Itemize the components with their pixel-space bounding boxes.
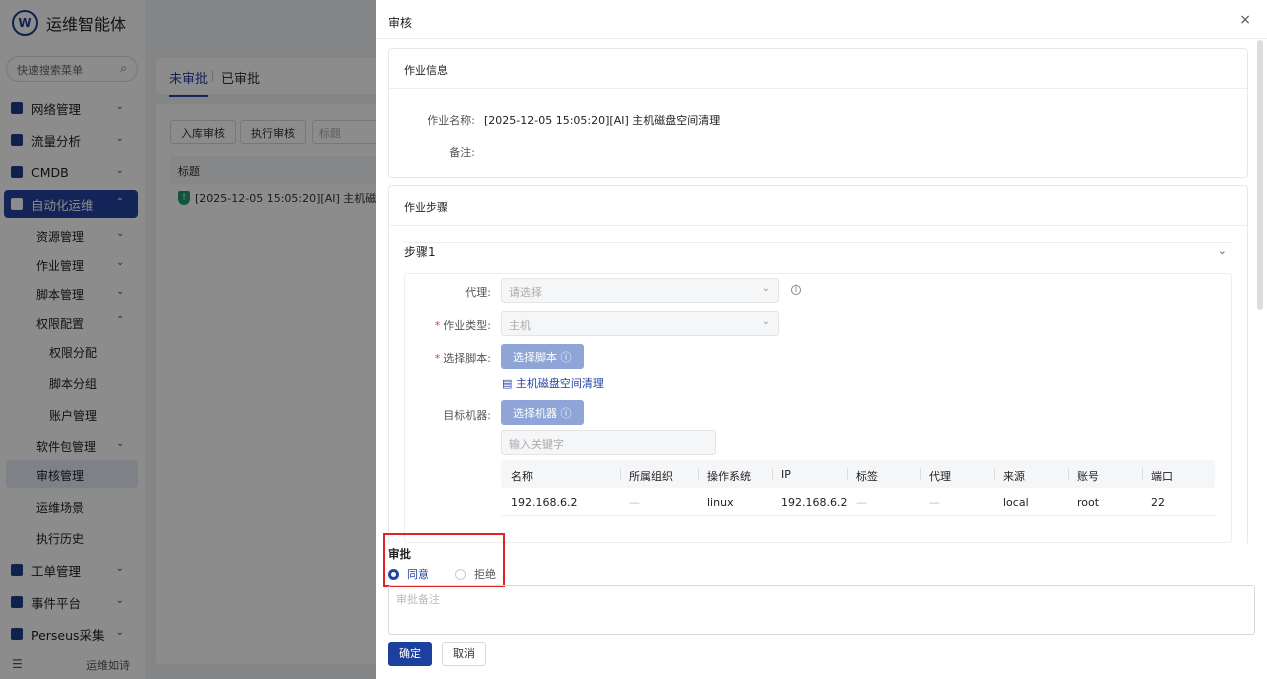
document-icon: ▤ <box>502 377 513 390</box>
approval-remark-textarea[interactable]: 审批备注 <box>388 585 1255 635</box>
cell-account: root <box>1077 496 1100 509</box>
audit-drawer: 审核 × 作业信息 作业名称: [2025-12-05 15:05:20][AI… <box>376 0 1267 679</box>
cell-ip: 192.168.6.2 <box>781 496 848 509</box>
table-row[interactable]: 192.168.6.2 — linux 192.168.6.2 — — loca… <box>501 488 1215 516</box>
machine-table-header: 名称 所属组织 操作系统 IP 标签 代理 来源 账号 端口 <box>501 460 1215 488</box>
select-machine-label: 选择机器 <box>513 407 557 420</box>
job-type-select[interactable]: 主机 ⌄ <box>501 311 779 336</box>
agent-placeholder: 请选择 <box>509 286 542 299</box>
col-name: 名称 <box>511 470 533 483</box>
chevron-down-icon[interactable]: ⌄ <box>1218 244 1227 257</box>
cell-name: 192.168.6.2 <box>511 496 578 509</box>
step-title[interactable]: 步骤1 <box>404 243 436 260</box>
select-script-button[interactable]: 选择脚本 ⓘ <box>501 344 584 369</box>
col-account: 账号 <box>1068 468 1099 483</box>
col-source: 来源 <box>994 468 1025 483</box>
job-steps-header: 作业步骤 <box>389 186 1247 226</box>
col-os: 操作系统 <box>698 468 751 483</box>
script-label-text: 选择脚本: <box>443 352 491 365</box>
keyword-input[interactable]: 输入关键字 <box>501 430 716 455</box>
chevron-down-icon: ⌄ <box>761 283 770 294</box>
select-script-label: 选择脚本 <box>513 351 557 364</box>
col-tags: 标签 <box>847 468 878 483</box>
info-icon: ⓘ <box>560 407 572 420</box>
scrollbar[interactable] <box>1257 40 1263 310</box>
close-icon[interactable]: × <box>1239 12 1251 28</box>
info-icon: ⓘ <box>560 351 572 364</box>
job-info-card: 作业信息 作业名称: [2025-12-05 15:05:20][AI] 主机磁… <box>388 48 1248 178</box>
job-remark-label: 备注: <box>449 146 475 159</box>
cell-tags: — <box>856 496 867 509</box>
job-type-value: 主机 <box>509 319 531 332</box>
required-mark: * <box>434 319 441 332</box>
divider <box>404 242 1232 243</box>
required-mark: * <box>434 352 441 365</box>
job-steps-card: 作业步骤 步骤1 ⌄ 代理: 请选择 ⌄ i * 作业类型: 主机 ⌄ * 选择脚本… <box>388 185 1248 545</box>
cancel-button[interactable]: 取消 <box>442 642 486 666</box>
script-link[interactable]: ▤ 主机磁盘空间清理 <box>502 375 604 391</box>
cell-port: 22 <box>1151 496 1165 509</box>
agent-label: 代理: <box>465 286 491 299</box>
cell-source: local <box>1003 496 1029 509</box>
step-form: 代理: 请选择 ⌄ i * 作业类型: 主机 ⌄ * 选择脚本: 选择脚本 ⓘ ▤ … <box>404 273 1232 543</box>
highlight-box <box>383 533 505 587</box>
script-label: * 选择脚本: <box>415 350 491 366</box>
col-agent: 代理 <box>920 468 951 483</box>
script-link-text: 主机磁盘空间清理 <box>515 377 604 390</box>
info-icon[interactable]: i <box>791 285 801 295</box>
target-label: 目标机器: <box>443 409 491 422</box>
chevron-down-icon: ⌄ <box>761 316 770 327</box>
drawer-title: 审核 <box>388 16 413 30</box>
cell-agent: — <box>929 496 940 509</box>
job-type-label: * 作业类型: <box>415 317 491 333</box>
col-org: 所属组织 <box>620 468 673 483</box>
col-ip: IP <box>772 468 791 481</box>
job-info-header: 作业信息 <box>389 49 1247 89</box>
job-name-label: 作业名称: <box>427 114 475 127</box>
agent-select[interactable]: 请选择 ⌄ <box>501 278 779 303</box>
select-machine-button[interactable]: 选择机器 ⓘ <box>501 400 584 425</box>
cell-os: linux <box>707 496 734 509</box>
cell-org: — <box>629 496 640 509</box>
job-type-label-text: 作业类型: <box>443 319 491 332</box>
divider <box>376 38 1267 39</box>
col-port: 端口 <box>1142 468 1173 483</box>
confirm-button[interactable]: 确定 <box>388 642 432 666</box>
job-name-value: [2025-12-05 15:05:20][AI] 主机磁盘空间清理 <box>484 114 721 127</box>
